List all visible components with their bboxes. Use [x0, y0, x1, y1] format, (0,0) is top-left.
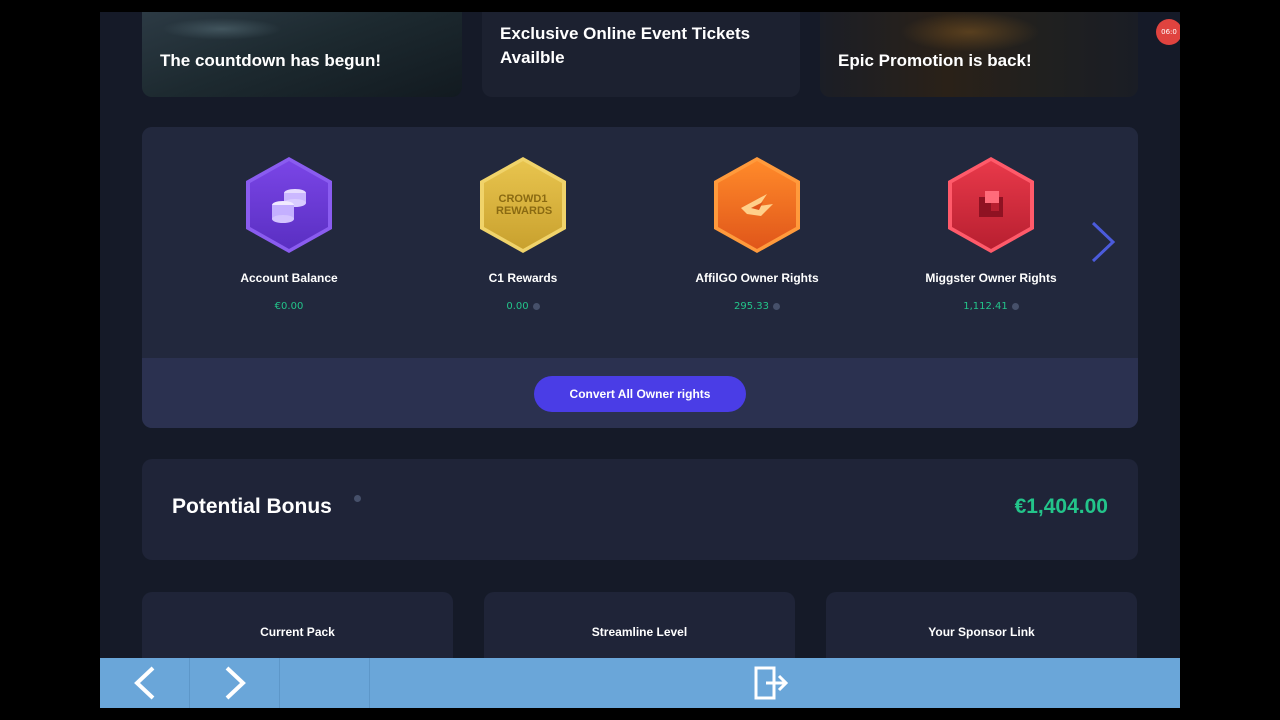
card-label: Current Pack — [260, 625, 335, 639]
affilgo-icon — [714, 157, 800, 253]
potential-bonus-title: Potential Bonus — [172, 495, 332, 518]
info-icon[interactable] — [773, 302, 780, 310]
logout-button[interactable] — [730, 658, 814, 708]
wallet-item-value: 0.00 — [423, 301, 623, 312]
miggster-icon — [948, 157, 1034, 253]
notification-badge[interactable]: 06:0 — [1156, 19, 1180, 45]
chevron-left-icon — [133, 666, 154, 700]
potential-bonus-value: €1,404.00 — [1014, 495, 1108, 518]
convert-all-owner-rights-button[interactable]: Convert All Owner rights — [534, 376, 746, 412]
wallet-item-label: Miggster Owner Rights — [925, 271, 1057, 285]
wallet-items-area: Account Balance €0.00 CROWD1 REWARDS C1 … — [142, 127, 1138, 358]
chevron-right-icon[interactable] — [1087, 217, 1117, 267]
rewards-badge-text: CROWD1 REWARDS — [496, 193, 553, 217]
back-button[interactable] — [100, 658, 190, 708]
wallet-item-label: AffilGO Owner Rights — [695, 271, 819, 285]
wallet-item-label: C1 Rewards — [488, 271, 558, 285]
card-label: Streamline Level — [591, 625, 688, 639]
crowd1-rewards-icon: CROWD1 REWARDS — [480, 157, 566, 253]
wallet-actions-bar: Convert All Owner rights — [142, 358, 1138, 428]
coins-icon — [246, 157, 332, 253]
promo-banner-title: The countdown has begun! — [160, 51, 381, 70]
promo-banner-title: Epic Promotion is back! — [838, 51, 1032, 70]
wallet-item-miggster-owner-rights[interactable]: Miggster Owner Rights 1,112.41 — [891, 157, 1091, 312]
wallet-item-affilgo-owner-rights[interactable]: AffilGO Owner Rights 295.33 — [657, 157, 857, 312]
promo-banner-event-tickets[interactable]: Exclusive Online Event Tickets Availble — [482, 12, 800, 97]
wallet-item-label: Account Balance — [240, 271, 338, 285]
logout-icon — [754, 666, 789, 700]
wallet-item-value: 1,112.41 — [891, 301, 1091, 312]
info-icon[interactable] — [354, 495, 361, 502]
forward-button[interactable] — [190, 658, 280, 708]
card-label: Your Sponsor Link — [928, 625, 1035, 639]
info-icon[interactable] — [532, 302, 540, 310]
promo-banner-epic-promotion[interactable]: Epic Promotion is back! — [820, 12, 1138, 97]
chevron-right-icon — [225, 666, 246, 700]
wallet-card: Account Balance €0.00 CROWD1 REWARDS C1 … — [142, 127, 1138, 428]
wallet-item-value: 295.33 — [657, 301, 857, 312]
wallet-item-value: €0.00 — [274, 301, 304, 312]
app-screen: The countdown has begun! Exclusive Onlin… — [100, 12, 1180, 708]
toolbar-empty-slot — [280, 658, 370, 708]
potential-bonus-card: Potential Bonus €1,404.00 — [142, 459, 1138, 560]
wallet-item-account-balance[interactable]: Account Balance €0.00 — [189, 157, 389, 312]
browser-toolbar — [100, 658, 1180, 708]
promo-banner-title: Exclusive Online Event Tickets Availble — [500, 24, 751, 67]
wallet-item-c1-rewards[interactable]: CROWD1 REWARDS C1 Rewards 0.00 — [423, 157, 623, 312]
promo-banner-countdown[interactable]: The countdown has begun! — [142, 12, 462, 97]
info-icon[interactable] — [1011, 302, 1019, 310]
